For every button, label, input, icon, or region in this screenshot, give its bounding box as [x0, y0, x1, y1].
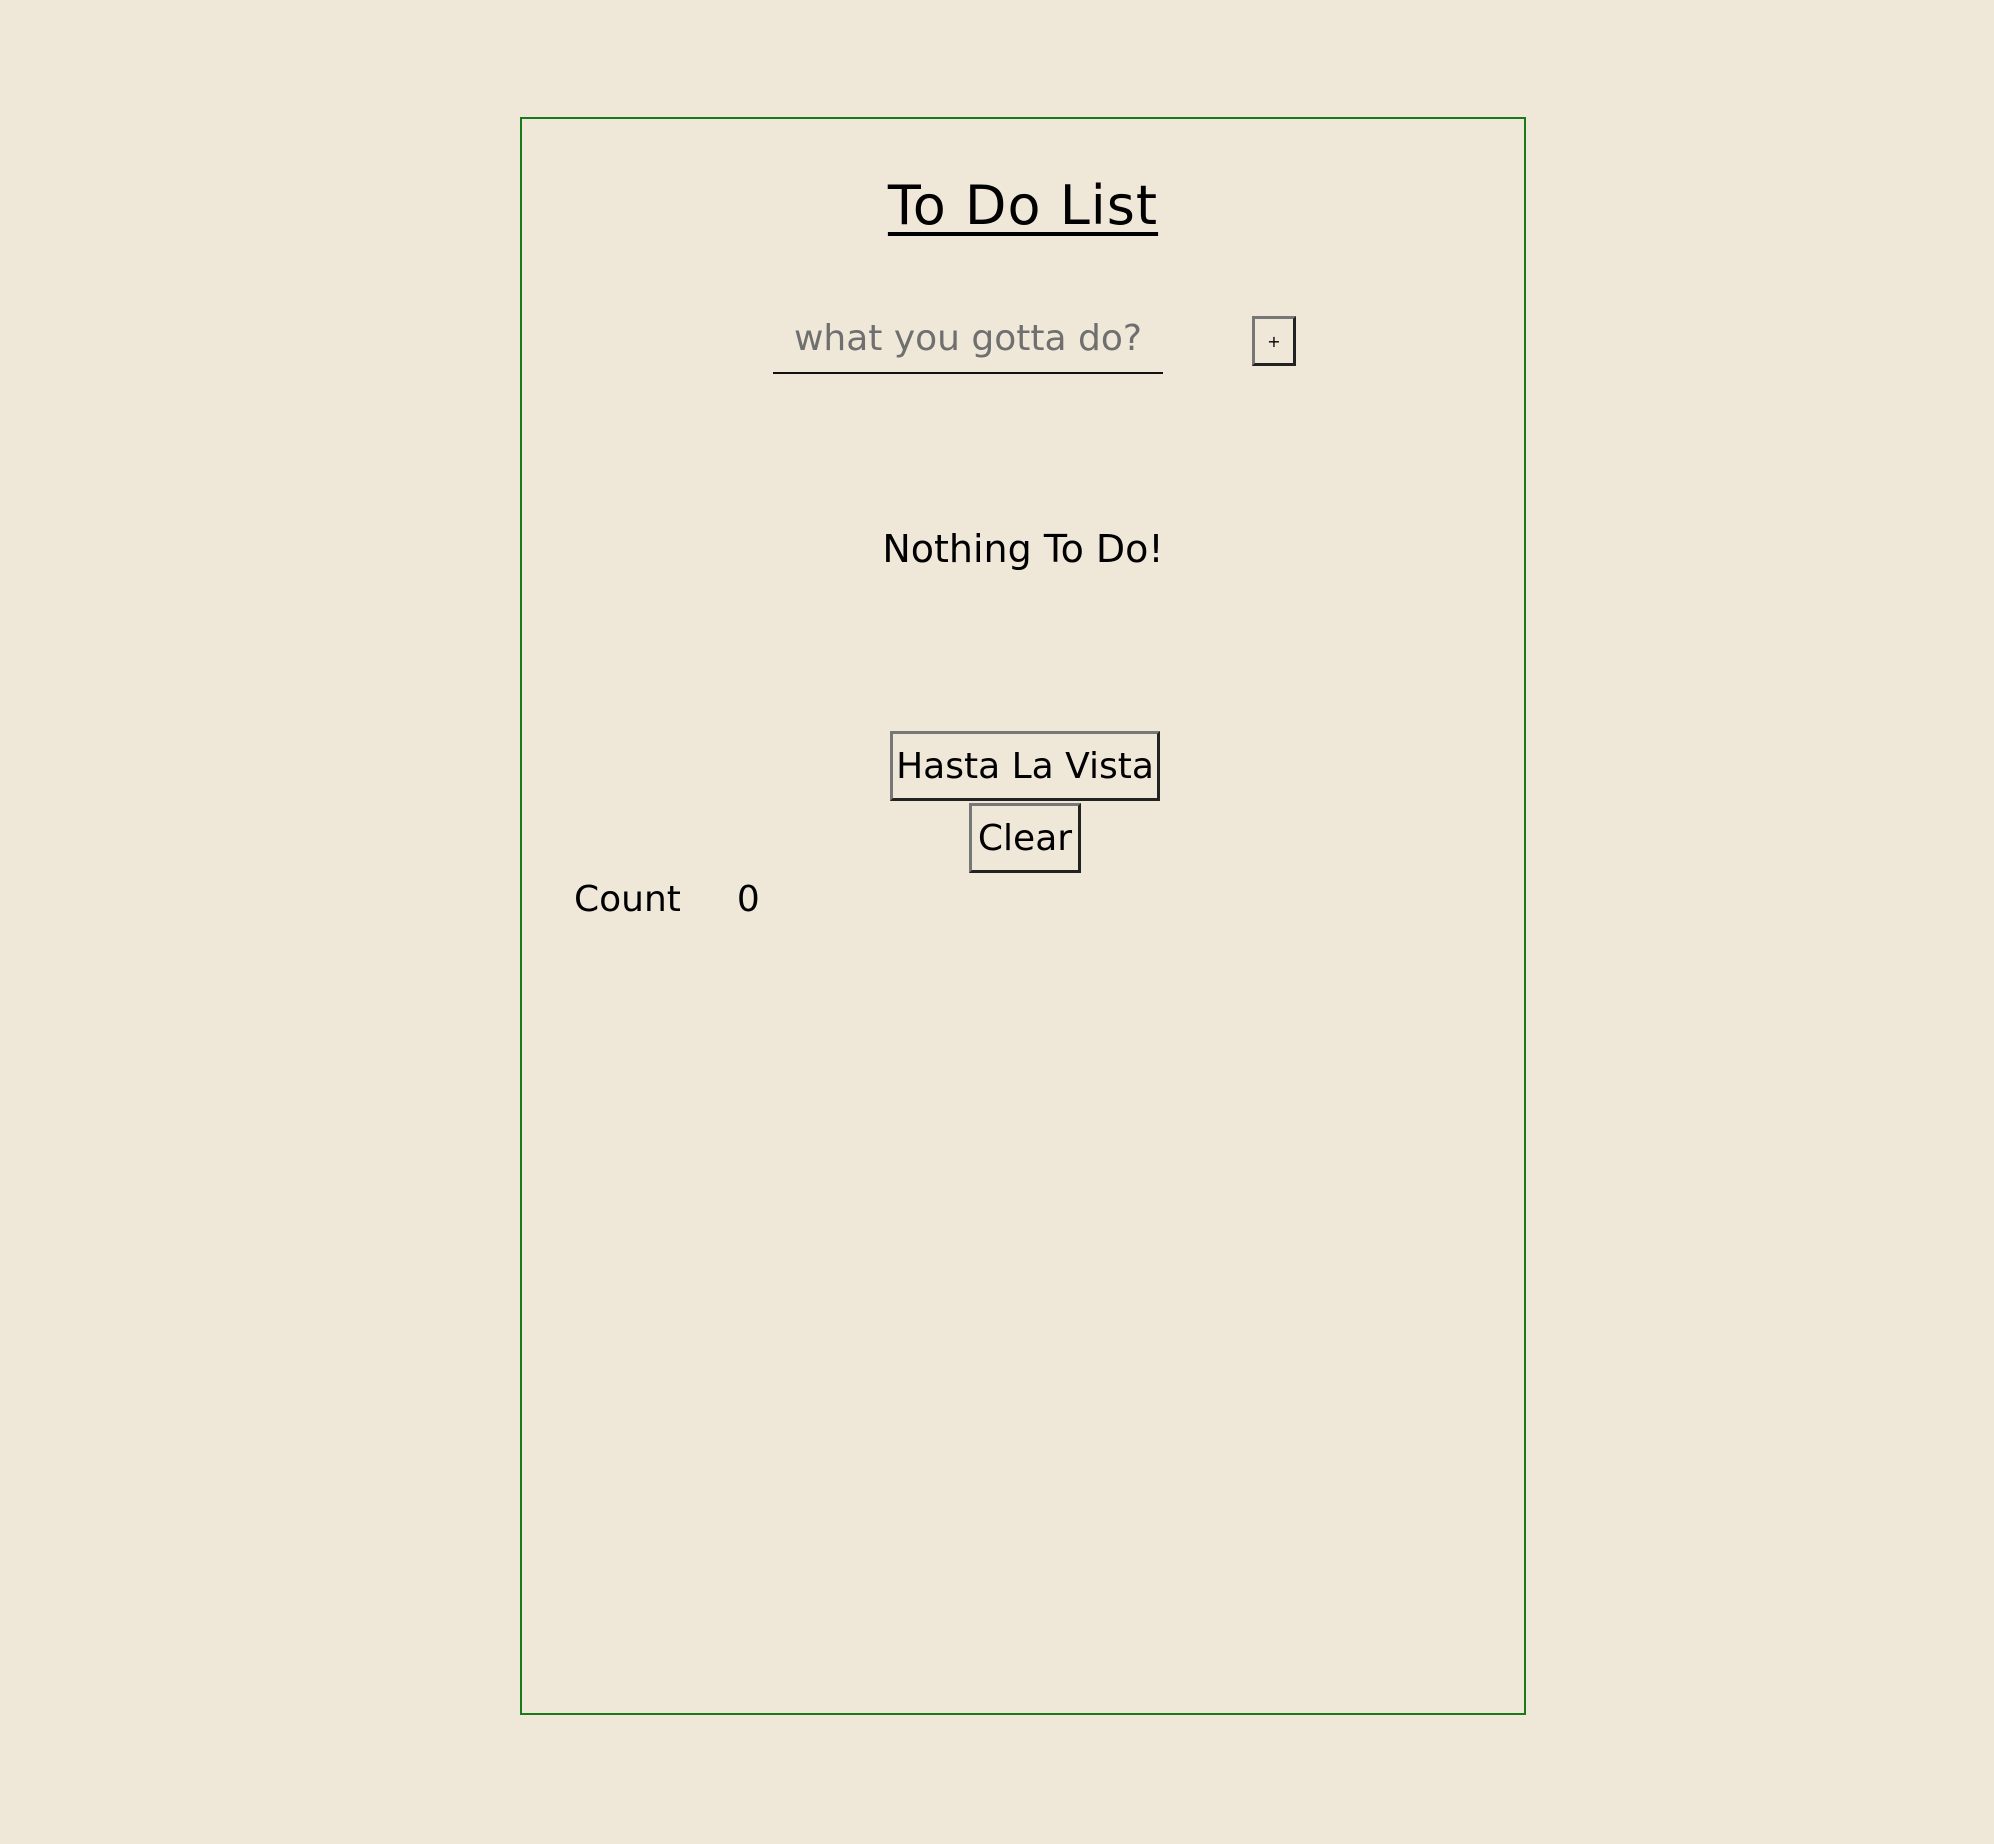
hasta-la-vista-button[interactable]: Hasta La Vista — [890, 731, 1160, 801]
page-title: To Do List — [887, 174, 1159, 237]
add-button[interactable]: + — [1252, 316, 1296, 366]
clear-button[interactable]: Clear — [969, 803, 1081, 873]
count-label: Count — [574, 879, 681, 920]
empty-message: Nothing To Do! — [882, 527, 1164, 571]
count-value: 0 — [736, 879, 760, 920]
todo-input[interactable] — [773, 304, 1163, 374]
todo-card: To Do List + Nothing To Do! Hasta La Vis… — [520, 117, 1526, 1715]
count-row: Count 0 — [574, 879, 760, 920]
